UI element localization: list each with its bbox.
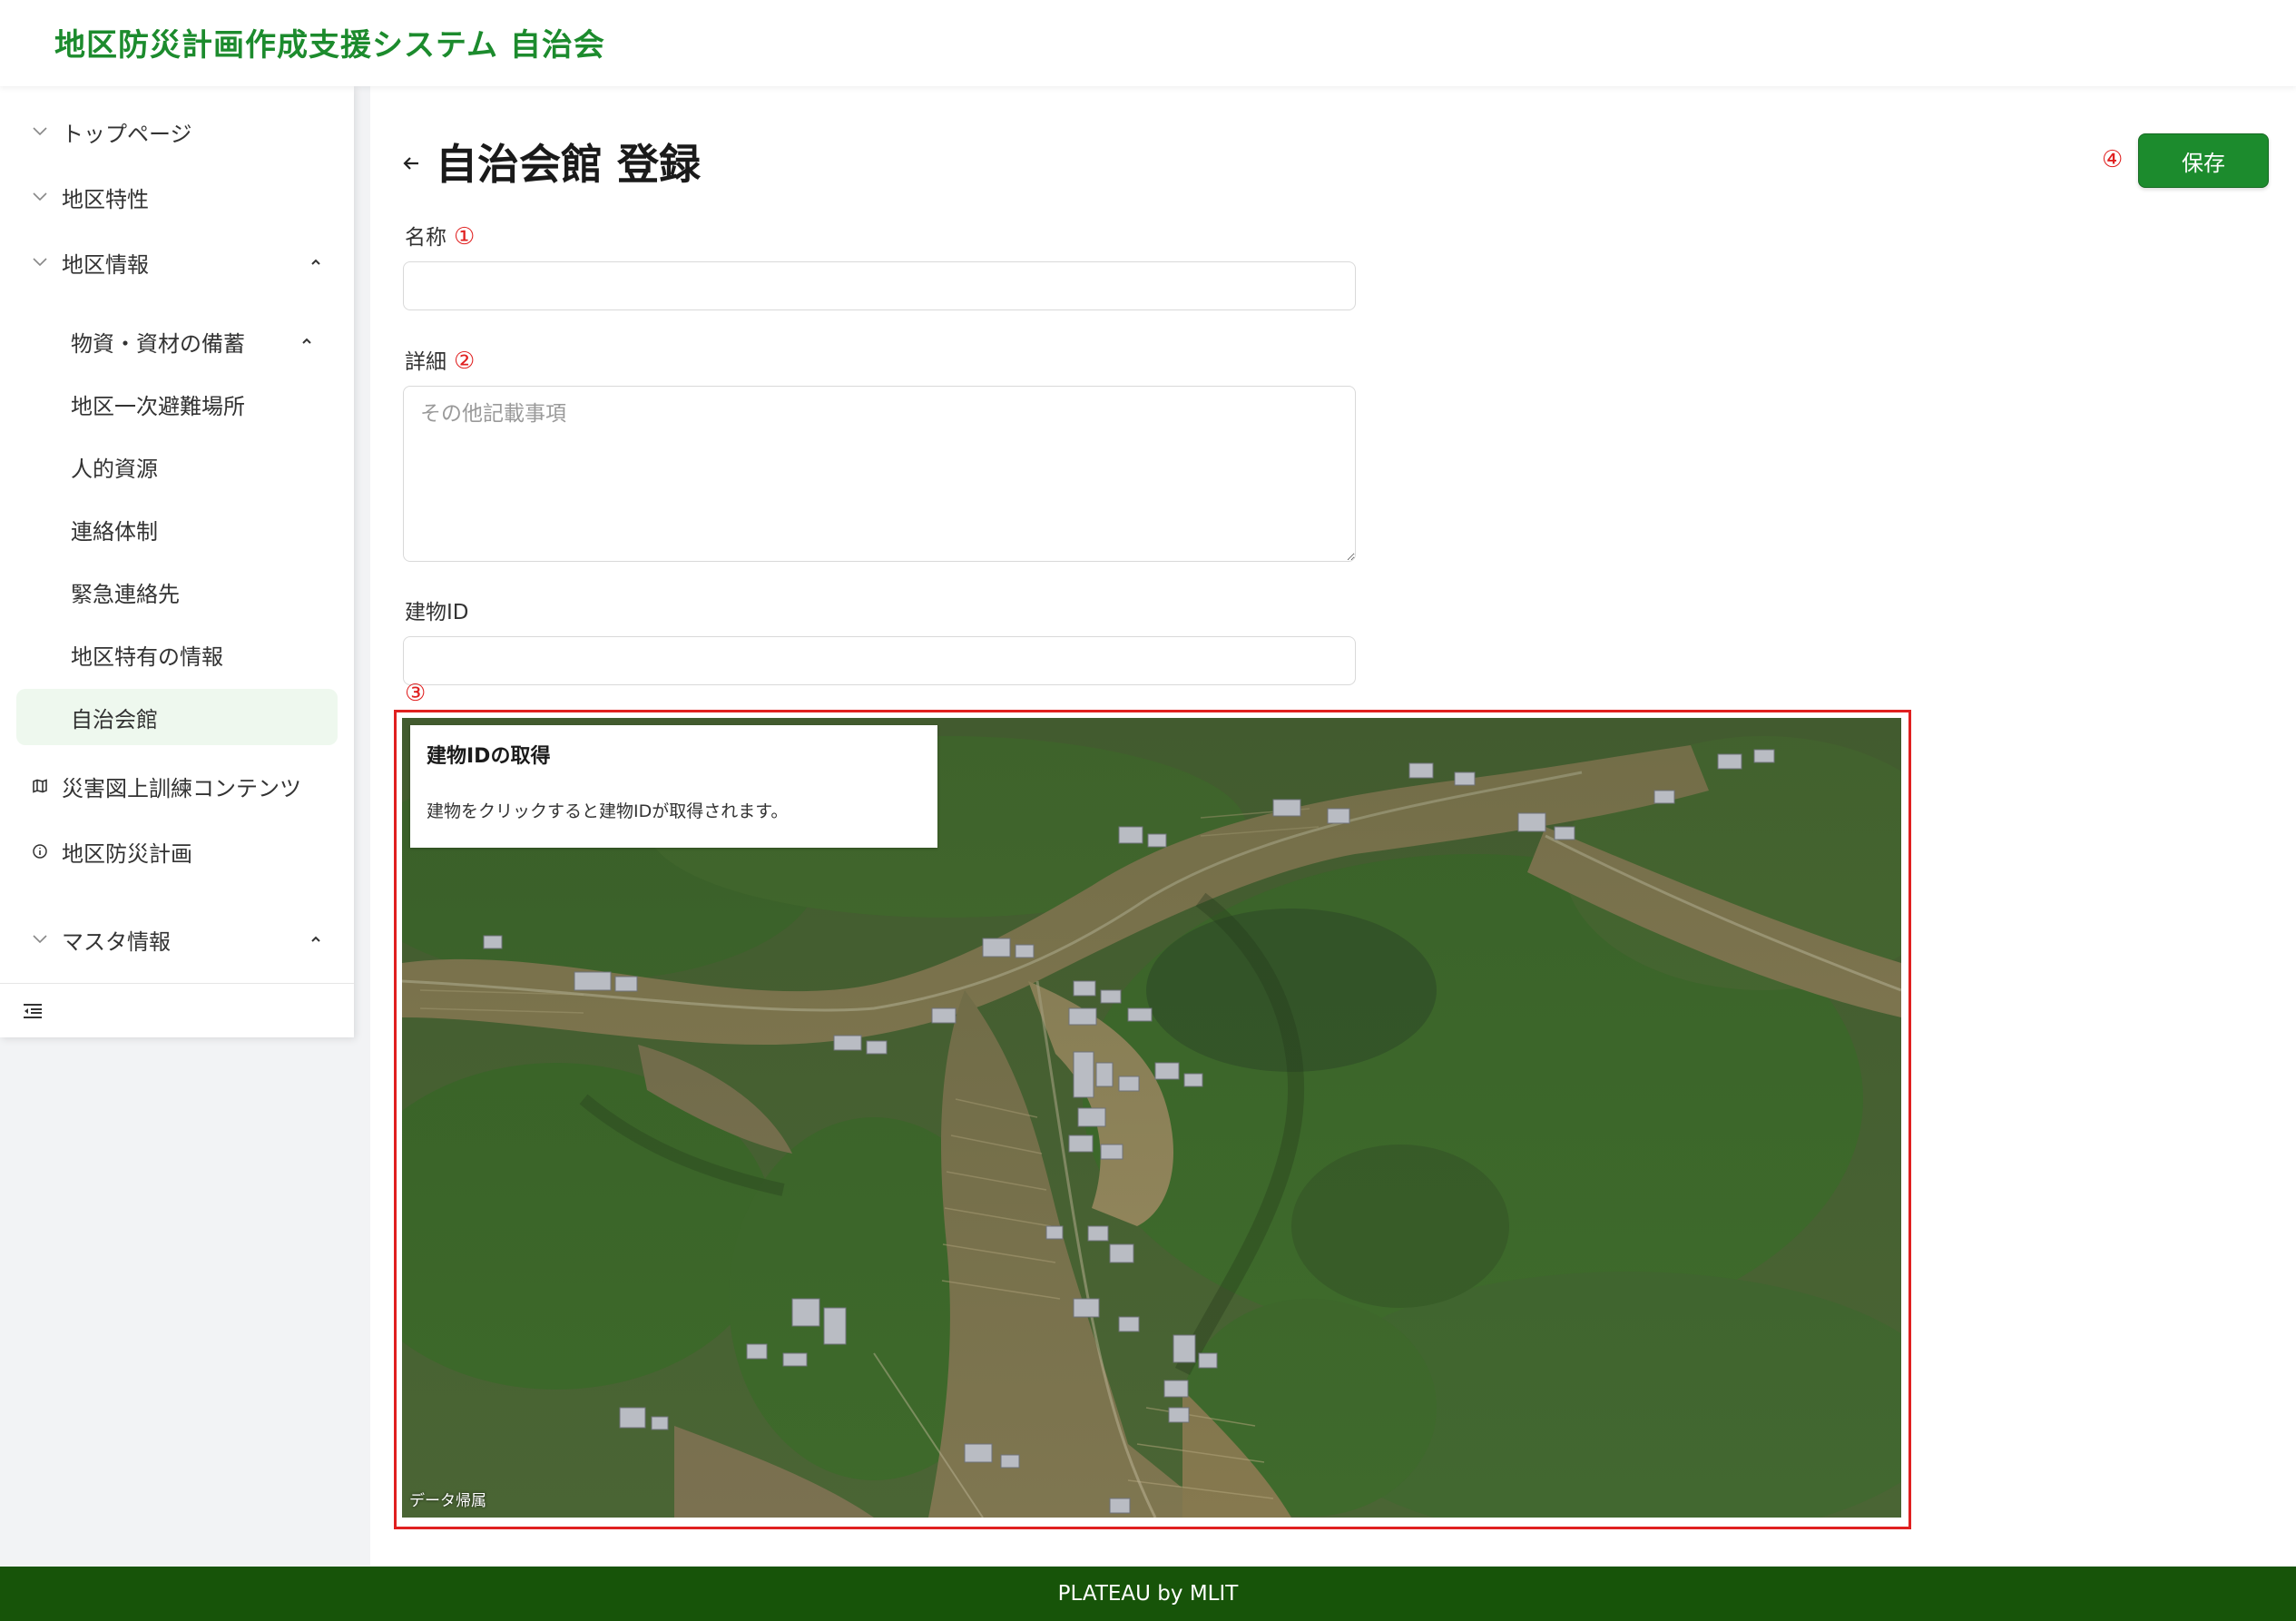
annotation-number-name: ① [454, 223, 476, 251]
page-title: 自治会館 登録 [436, 140, 702, 189]
sidebar-subitem-label: 緊急連絡先 [71, 581, 180, 607]
annotation-number-map: ③ [405, 680, 427, 707]
chevron-down-icon [29, 251, 51, 273]
building-id-info-card: 建物IDの取得 建物をクリックすると建物IDが取得されます。 [410, 725, 937, 848]
sidebar-item-label: 地区情報 [62, 251, 149, 278]
back-arrow-icon[interactable] [397, 150, 425, 177]
info-card-title: 建物IDの取得 [427, 745, 551, 768]
info-card-description: 建物をクリックすると建物IDが取得されます。 [427, 801, 789, 821]
menu-fold-icon[interactable] [20, 998, 45, 1024]
chevron-down-icon [29, 186, 51, 208]
save-button[interactable]: 保存 [2138, 133, 2269, 188]
sidebar-item-label: 地区特性 [62, 186, 149, 212]
building-id-input[interactable] [403, 636, 1356, 685]
detail-field-label: 詳細 ② [405, 344, 475, 375]
chevron-up-icon[interactable] [307, 253, 325, 271]
sidebar-item-label: 災害図上訓練コンテンツ [62, 775, 301, 801]
sidebar-item-drill-contents[interactable]: 災害図上訓練コンテンツ [0, 761, 354, 811]
annotation-number-detail: ② [454, 348, 476, 375]
sidebar-item-label: トップページ [62, 121, 192, 147]
sidebar-item-label: 地区防災計画 [62, 840, 192, 867]
chevron-up-icon[interactable] [307, 930, 325, 948]
sidebar-subitem-label: 地区特有の情報 [71, 643, 223, 670]
name-field-label: 名称 ① [405, 220, 475, 251]
app-footer: PLATEAU by MLIT [0, 1567, 2296, 1621]
sidebar-subitem-community-hall[interactable]: 自治会館 [16, 689, 338, 745]
sidebar-subitem-emergency-contacts[interactable]: 緊急連絡先 [16, 564, 338, 620]
footer-text: PLATEAU by MLIT [1057, 1582, 1239, 1606]
sidebar-item-district-info[interactable]: 地区情報 [0, 237, 354, 288]
chevron-down-icon [29, 121, 51, 142]
sidebar-subitem-label: 連絡体制 [71, 518, 158, 545]
sidebar-item-master-info[interactable]: マスタ情報 [0, 914, 354, 965]
detail-textarea[interactable] [403, 386, 1356, 562]
sidebar-item-label: マスタ情報 [62, 928, 171, 955]
map-highlight-frame: 建物IDの取得 建物をクリックすると建物IDが取得されます。 データ帰属 [394, 710, 1911, 1529]
sidebar-item-district-characteristics[interactable]: 地区特性 [0, 172, 354, 222]
map-attribution-link[interactable]: データ帰属 [409, 1488, 486, 1510]
sidebar-item-top-page[interactable]: トップページ [0, 106, 354, 157]
sidebar-subitem-label: 自治会館 [71, 706, 158, 732]
building-id-field-label: 建物ID [405, 594, 469, 625]
sidebar-item-disaster-plan[interactable]: 地区防災計画 [0, 826, 354, 877]
sidebar-subitem-district-specific-info[interactable]: 地区特有の情報 [16, 626, 338, 683]
annotation-number-save: ④ [2102, 146, 2124, 173]
app-title: 地区防災計画作成支援システム 自治会 [54, 27, 605, 64]
building-id-label-text: 建物ID [405, 601, 469, 624]
sidebar-footer [0, 983, 354, 1037]
chevron-down-icon [29, 928, 51, 950]
main-content: 自治会館 登録 ④ 保存 名称 ① 詳細 ② 建物ID ③ [370, 86, 2296, 1566]
sidebar: トップページ 地区特性 地区情報 物資・資材の備蓄 地区一次避難場所 人的資源 … [0, 86, 354, 1037]
sidebar-subitem-label: 物資・資材の備蓄 [71, 330, 245, 357]
detail-label-text: 詳細 [405, 350, 446, 374]
sidebar-subitem-evacuation-site[interactable]: 地区一次避難場所 [16, 376, 338, 432]
sidebar-subitem-contact-system[interactable]: 連絡体制 [16, 501, 338, 557]
map-icon [29, 775, 51, 797]
sidebar-subitem-label: 地区一次避難場所 [71, 393, 245, 419]
sidebar-subitem-human-resources[interactable]: 人的資源 [16, 438, 338, 495]
sidebar-subitem-label: 人的資源 [71, 456, 158, 482]
name-input[interactable] [403, 261, 1356, 310]
sidebar-subitem-supplies[interactable]: 物資・資材の備蓄 [16, 313, 338, 369]
info-circle-icon [29, 840, 51, 862]
name-label-text: 名称 [405, 226, 446, 250]
chevron-up-icon[interactable] [298, 332, 316, 350]
app-header: 地区防災計画作成支援システム 自治会 [0, 0, 2296, 86]
map-view[interactable]: 建物IDの取得 建物をクリックすると建物IDが取得されます。 データ帰属 [402, 718, 1901, 1518]
